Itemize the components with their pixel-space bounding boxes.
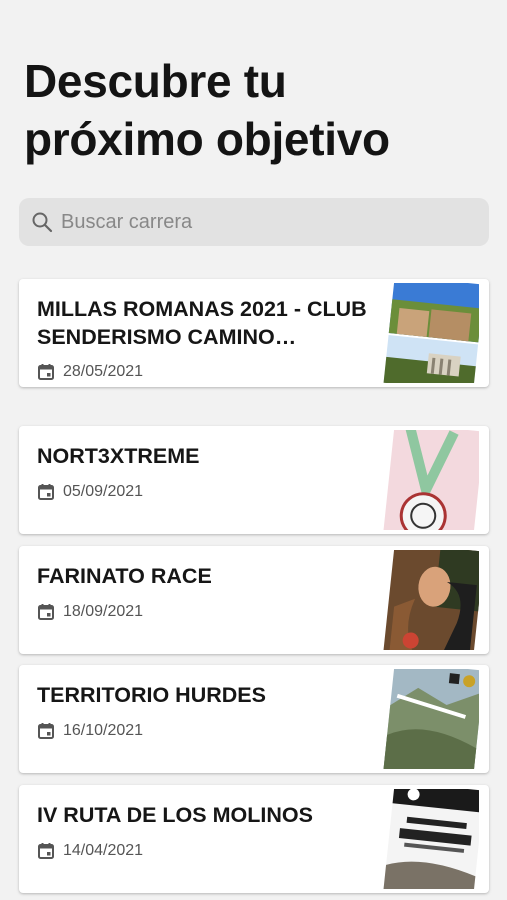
- race-thumbnail: [375, 550, 479, 650]
- race-date: 28/05/2021: [63, 363, 144, 380]
- race-date-row: 14/04/2021: [37, 842, 143, 860]
- search-icon: [31, 211, 53, 233]
- race-date-row: 16/10/2021: [37, 722, 143, 740]
- race-card[interactable]: TERRITORIO HURDES 16/10/2021: [19, 665, 489, 773]
- race-card[interactable]: MILLAS ROMANAS 2021 - CLUB SENDERISMO CA…: [19, 279, 489, 387]
- race-thumbnail: [375, 430, 479, 530]
- race-card[interactable]: NORT3XTREME 05/09/2021: [19, 426, 489, 534]
- race-date-row: 05/09/2021: [37, 483, 143, 501]
- calendar-icon: [37, 722, 55, 740]
- calendar-icon: [37, 842, 55, 860]
- race-date: 05/09/2021: [63, 483, 144, 500]
- race-card[interactable]: FARINATO RACE 18/09/2021: [19, 546, 489, 654]
- race-date: 14/04/2021: [63, 842, 144, 859]
- calendar-icon: [37, 483, 55, 501]
- race-name: MILLAS ROMANAS 2021 - CLUB SENDERISMO CA…: [37, 297, 367, 349]
- race-date: 18/09/2021: [63, 603, 144, 620]
- race-card[interactable]: IV RUTA DE LOS MOLINOS 14/04/2021: [19, 785, 489, 893]
- search-bar[interactable]: [19, 198, 489, 246]
- race-date-row: 18/09/2021: [37, 603, 143, 621]
- race-thumbnail: [375, 789, 479, 889]
- race-name: TERRITORIO HURDES: [37, 683, 266, 707]
- race-name: FARINATO RACE: [37, 564, 212, 588]
- race-date-row: 28/05/2021: [37, 363, 143, 381]
- race-thumbnail: [375, 669, 479, 769]
- race-date: 16/10/2021: [63, 722, 144, 739]
- page-title-line-2: próximo objetivo: [24, 113, 390, 165]
- race-name: IV RUTA DE LOS MOLINOS: [37, 803, 313, 827]
- search-input[interactable]: [61, 210, 461, 234]
- race-name: NORT3XTREME: [37, 444, 200, 468]
- calendar-icon: [37, 603, 55, 621]
- calendar-icon: [37, 363, 55, 381]
- race-thumbnail: [375, 283, 479, 383]
- page-title-line-1: Descubre tu: [24, 55, 287, 107]
- page-title: Descubre tu próximo objetivo: [24, 52, 494, 168]
